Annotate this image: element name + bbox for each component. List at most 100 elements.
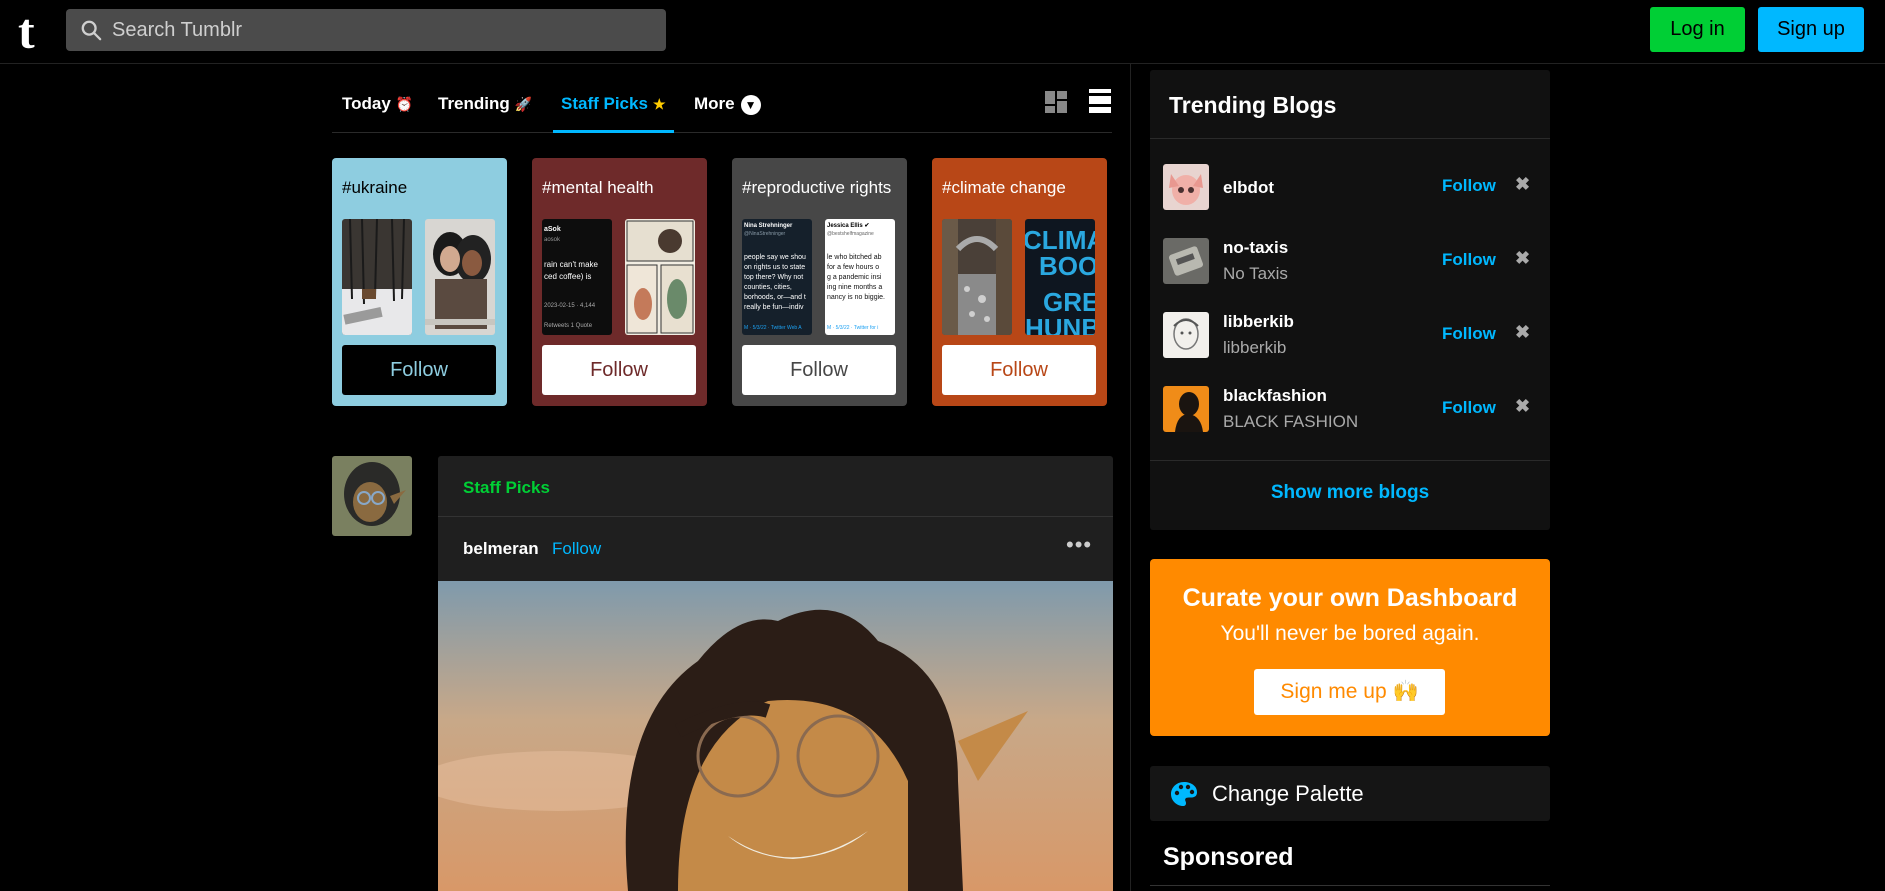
sidebar-divider [1130, 64, 1131, 891]
tab-staff-picks[interactable]: Staff Picks ★ [553, 94, 674, 133]
blog-name[interactable]: no-taxis [1223, 238, 1288, 258]
tag-card-mental-health[interactable]: #mental health aSok aosok rain can't make c… [532, 158, 707, 406]
search-icon [81, 20, 102, 41]
svg-text:BOO: BOO [1039, 251, 1095, 281]
tab-more-label: More [694, 94, 735, 113]
blog-follow-button[interactable]: Follow [1442, 176, 1496, 196]
divider [1150, 460, 1550, 461]
signup-button[interactable]: Sign up [1758, 7, 1864, 52]
post-author-avatar[interactable] [332, 456, 412, 536]
svg-text:nancy is no biggie.: nancy is no biggie. [827, 294, 885, 301]
star-icon: ★ [652, 96, 666, 112]
svg-text:people say we shou: people say we shou [744, 254, 806, 261]
blog-follow-button[interactable]: Follow [1442, 250, 1496, 270]
tag-card-title: #climate change [942, 178, 1066, 197]
tag-follow-button[interactable]: Follow [342, 345, 496, 395]
svg-text:2023-02-15 · 4,144: 2023-02-15 · 4,144 [544, 303, 596, 309]
svg-text:on rights us to state: on rights us to state [744, 264, 805, 271]
tag-follow-button[interactable]: Follow [742, 345, 896, 395]
svg-text:M · 5/3/22 · Twitter for i: M · 5/3/22 · Twitter for i [827, 325, 878, 331]
tag-card-ukraine[interactable]: #ukraine Follow [332, 158, 507, 406]
svg-text:ced coffee) is: ced coffee) is [544, 272, 591, 281]
top-bar: t Log in Sign up [0, 0, 1885, 64]
trending-blog-item[interactable]: libberkib libberkib Follow ✖ [1163, 312, 1538, 362]
blog-follow-button[interactable]: Follow [1442, 398, 1496, 418]
search-box[interactable] [66, 9, 666, 51]
login-button[interactable]: Log in [1650, 7, 1745, 52]
svg-text:rain can't make: rain can't make [544, 260, 599, 269]
blog-avatar[interactable] [1163, 386, 1209, 432]
close-icon[interactable]: ✖ [1515, 396, 1530, 417]
blog-title: libberkib [1223, 338, 1287, 357]
tag-card-reproductive-rights[interactable]: #reproductive rights Nina Strehninger @Ni… [732, 158, 907, 406]
promo-title: Curate your own Dashboard [1182, 584, 1518, 612]
close-icon[interactable]: ✖ [1515, 248, 1530, 269]
blog-avatar[interactable] [1163, 238, 1209, 284]
blog-name[interactable]: blackfashion [1223, 386, 1327, 406]
chevron-down-icon: ▼ [740, 94, 761, 115]
tag-card-thumbnail[interactable]: Nina Strehninger @NinaStrehninger people s… [742, 219, 812, 335]
svg-text:ing nine months a: ing nine months a [827, 284, 882, 291]
tag-card-title: #mental health [542, 178, 654, 197]
search-input[interactable] [112, 9, 652, 51]
change-palette-label: Change Palette [1212, 781, 1364, 806]
tag-card-thumbnail[interactable]: Jessica Ellis ✔ @bestshelfmagazine le who … [825, 219, 895, 335]
trending-blog-item[interactable]: no-taxis No Taxis Follow ✖ [1163, 238, 1538, 288]
tab-more[interactable]: More ▼ [694, 94, 761, 133]
svg-text:aosok: aosok [544, 237, 561, 243]
blog-avatar[interactable] [1163, 164, 1209, 210]
tag-card-thumbnail[interactable] [425, 219, 495, 335]
svg-text:g a pandemic insi: g a pandemic insi [827, 274, 882, 281]
sign-me-up-button[interactable]: Sign me up 🙌 [1254, 669, 1445, 715]
svg-text:counties, cities,: counties, cities, [744, 284, 792, 291]
tag-card-thumbnail[interactable] [625, 219, 695, 335]
tab-trending[interactable]: Trending 🚀 [438, 94, 532, 133]
tumblr-logo[interactable]: t [18, 6, 35, 56]
post-card: Staff Picks belmeran Follow ••• [438, 456, 1113, 891]
sponsored-heading: Sponsored [1163, 843, 1294, 871]
tag-card-thumbnail[interactable]: CLIMATBOOGRETHUNBER [1025, 219, 1095, 335]
svg-text:borhoods, or—and t: borhoods, or—and t [744, 294, 806, 301]
tag-card-climate-change[interactable]: #climate change CLIMATBOOGRETHUNBER Foll… [932, 158, 1107, 406]
svg-text:for a few hours o: for a few hours o [827, 264, 879, 271]
blog-name[interactable]: elbdot [1223, 178, 1274, 198]
tag-card-thumbnail[interactable] [942, 219, 1012, 335]
blog-avatar[interactable] [1163, 312, 1209, 358]
divider [1150, 138, 1550, 139]
trending-blog-item[interactable]: elbdot Follow ✖ [1163, 164, 1538, 214]
svg-text:le who bitched ab: le who bitched ab [827, 254, 882, 261]
list-view-icon[interactable] [1088, 88, 1112, 114]
svg-text:Jessica Ellis ✔: Jessica Ellis ✔ [827, 223, 869, 229]
close-icon[interactable]: ✖ [1515, 322, 1530, 343]
svg-text:HUNBER: HUNBER [1025, 313, 1095, 335]
tag-follow-button[interactable]: Follow [942, 345, 1096, 395]
post-image[interactable] [438, 581, 1113, 891]
post-divider [438, 516, 1113, 517]
grid-view-icon[interactable] [1044, 90, 1068, 114]
svg-text:really be fun—indiv: really be fun—indiv [744, 304, 804, 311]
post-source-label[interactable]: Staff Picks [463, 478, 550, 498]
svg-text:@NinaStrehninger: @NinaStrehninger [744, 231, 786, 237]
more-options-icon[interactable]: ••• [1066, 532, 1092, 558]
svg-text:M · 5/3/22 · Twitter Web A: M · 5/3/22 · Twitter Web A [744, 325, 802, 331]
tag-card-thumbnail[interactable] [342, 219, 412, 335]
show-more-blogs-link[interactable]: Show more blogs [1150, 482, 1550, 504]
post-author-name[interactable]: belmeran [463, 539, 539, 559]
post-follow-link[interactable]: Follow [552, 539, 601, 559]
close-icon[interactable]: ✖ [1515, 174, 1530, 195]
trending-blog-item[interactable]: blackfashion BLACK FASHION Follow ✖ [1163, 386, 1538, 436]
svg-text:aSok: aSok [544, 226, 561, 233]
tab-trending-label: Trending [438, 94, 510, 113]
svg-text:Nina Strehninger: Nina Strehninger [744, 223, 793, 229]
rocket-icon: 🚀 [514, 96, 533, 112]
tab-today-label: Today [342, 94, 391, 113]
blog-name[interactable]: libberkib [1223, 312, 1294, 332]
change-palette-button[interactable]: Change Palette [1150, 766, 1550, 821]
svg-text:Retweets 1 Quote: Retweets 1 Quote [544, 323, 593, 329]
tag-follow-button[interactable]: Follow [542, 345, 696, 395]
explore-tabs: Today ⏰ Trending 🚀 Staff Picks ★ More ▼ [332, 82, 1112, 133]
tag-card-thumbnail[interactable]: aSok aosok rain can't make ced coffee) is 20… [542, 219, 612, 335]
blog-follow-button[interactable]: Follow [1442, 324, 1496, 344]
tab-today[interactable]: Today ⏰ [342, 94, 413, 133]
alarm-clock-icon: ⏰ [395, 96, 414, 112]
